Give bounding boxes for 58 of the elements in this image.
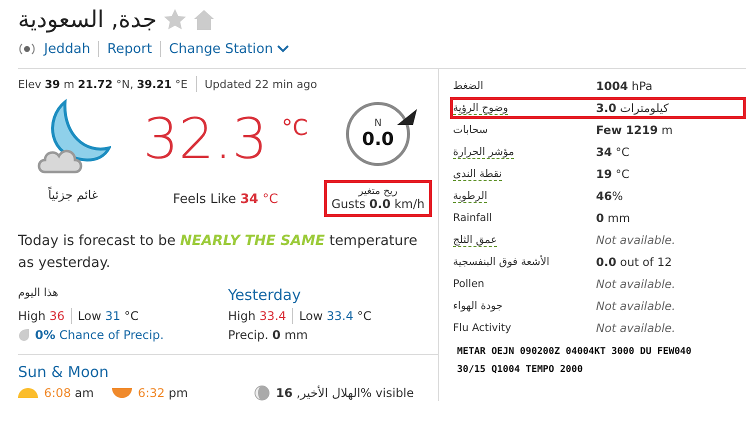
forecast-text: Today is forecast to be NEARLY THE SAME temperature as yesterday.: [18, 232, 418, 273]
yesterday-low: Low 33.4 °C: [299, 309, 372, 323]
today-heading: هذا اليوم: [18, 286, 58, 301]
today-high: High 36: [18, 309, 65, 323]
condition-name: مؤشر الحرارة: [453, 146, 514, 159]
star-icon[interactable]: [162, 8, 187, 32]
condition-value: 0.0 out of 12: [596, 255, 672, 269]
precip-chance: 0% Chance of Precip.: [35, 328, 164, 342]
condition-name: نقطة الندى: [453, 168, 502, 181]
updated-time: Updated 22 min ago: [204, 78, 318, 90]
condition-name: Rainfall: [453, 212, 492, 225]
condition-name: جودة الهواء: [453, 300, 503, 313]
gusts-reading: Gusts 0.0 km/h: [331, 197, 425, 211]
sunset-icon: [112, 388, 132, 398]
raindrop-icon: [18, 328, 30, 342]
sunrise-icon: [18, 388, 38, 398]
broadcast-icon: [18, 43, 36, 55]
metar-line: 30/15 Q1004 TEMPO 2000: [457, 363, 584, 377]
condition-value: 46%: [596, 189, 623, 203]
today-low: Low 31 °C: [78, 309, 139, 323]
feels-like: Feels Like 34 °C: [172, 192, 278, 207]
wind-arrow-icon: [397, 109, 417, 125]
condition-name: عمق الثلج: [453, 234, 497, 247]
condition-name: Flu Activity: [453, 322, 512, 335]
condition-name: Pollen: [453, 278, 484, 291]
metar-line: METAR OEJN 090200Z 04004KT 3000 DU FEW040: [457, 345, 692, 359]
condition-value: Not available.: [596, 277, 676, 291]
sunrise-time: 6:08 am: [44, 386, 94, 400]
nav-link[interactable]: Jeddah: [44, 41, 90, 57]
wind-description: ريح متغير: [357, 186, 398, 197]
yesterday-precip: Precip. 0 mm: [228, 328, 309, 342]
temperature-unit: °C: [282, 116, 308, 141]
page-title: جدة, السعودية: [18, 7, 157, 33]
yesterday-heading: Yesterday: [228, 286, 302, 304]
condition-name: الضغط: [453, 80, 484, 93]
caret-icon: [277, 45, 290, 53]
sun-moon-heading: Sun & Moon: [18, 363, 110, 381]
condition-value: 34 °C: [596, 145, 630, 159]
condition-value: Not available.: [596, 321, 676, 335]
moon-phase-icon: [254, 385, 270, 401]
condition-value: Few 1219 m: [596, 123, 673, 137]
sunset-time: 6:32 pm: [138, 386, 188, 400]
condition-value: Not available.: [596, 299, 676, 313]
location-info: Elev 39 m 21.72 °N, 39.21 °E: [18, 78, 188, 90]
nav-link[interactable]: Report: [107, 41, 152, 57]
condition-name: سحابات: [453, 124, 488, 137]
condition-value: 1004 hPa: [596, 79, 652, 93]
home-icon[interactable]: [192, 9, 215, 31]
condition-value: 19 °C: [596, 167, 630, 181]
yesterday-high: High 33.4: [228, 309, 286, 323]
condition-name: الرطوبة: [453, 190, 488, 203]
condition-label: غائم جزئياً: [48, 188, 98, 202]
condition-name: الأشعة فوق البنفسجية: [453, 256, 550, 269]
condition-value: Not available.: [596, 233, 676, 247]
condition-value: 0 mm: [596, 211, 630, 225]
temperature-value: 32.3: [142, 112, 268, 168]
dropdown-link[interactable]: Change Station: [169, 41, 290, 57]
condition-name: وضوح الرؤية: [453, 102, 508, 115]
